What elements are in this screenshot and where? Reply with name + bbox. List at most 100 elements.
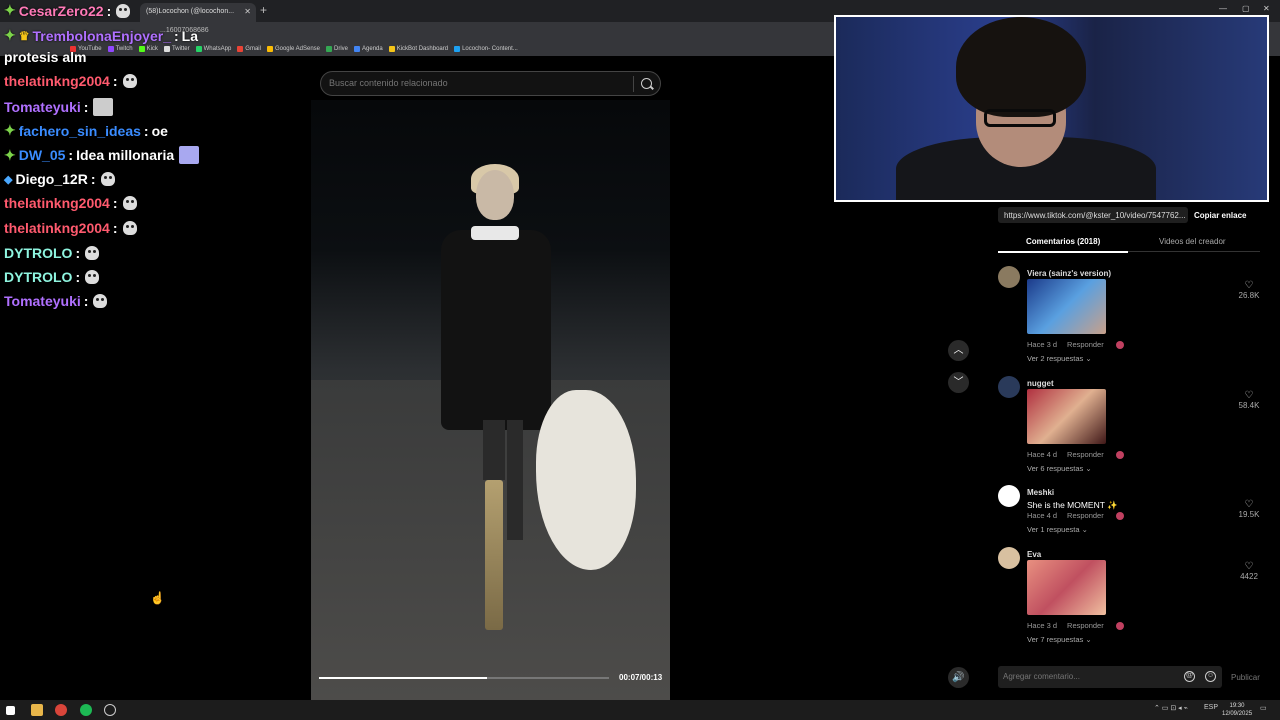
chat-username[interactable]: DYTROLO	[4, 269, 72, 285]
bookmark-favicon-icon	[326, 46, 333, 52]
bookmark-favicon-icon	[354, 46, 361, 52]
chat-separator: :	[83, 99, 89, 115]
next-video-button[interactable]: ﹀	[948, 372, 969, 393]
video-progress-bar[interactable]	[319, 677, 609, 679]
chat-username[interactable]: CesarZero22	[19, 3, 104, 19]
skull-emote-icon	[85, 246, 100, 260]
bookmark-item[interactable]: Locochon- Content...	[454, 46, 518, 52]
panel-tabs: Comentarios (2018) Videos del creador	[998, 232, 1260, 253]
file-explorer-icon[interactable]	[31, 704, 43, 716]
heart-icon: ♡	[1244, 499, 1254, 510]
skull-emote-icon	[85, 270, 100, 284]
avatar[interactable]	[998, 485, 1020, 507]
windows-start-icon[interactable]	[6, 706, 15, 715]
language-indicator[interactable]: ESP	[1204, 704, 1218, 711]
obs-icon[interactable]	[104, 704, 116, 716]
chat-username[interactable]: Tomateyuki	[4, 293, 81, 309]
creator-liked-icon	[1115, 341, 1124, 350]
comment-username[interactable]: nugget	[1027, 379, 1054, 388]
bookmark-favicon-icon	[388, 46, 395, 52]
mention-icon[interactable]: @	[1184, 671, 1195, 682]
view-replies-button[interactable]: Ver 7 respuestas ⌄	[1027, 635, 1092, 644]
bookmark-label: Agenda	[362, 46, 383, 52]
comment-input[interactable]	[1003, 672, 1173, 681]
chat-username[interactable]: thelatinkng2004	[4, 195, 110, 211]
bookmark-item[interactable]: Drive	[326, 46, 348, 52]
minimize-icon[interactable]: —	[1219, 4, 1227, 13]
copy-link-button[interactable]: Copiar enlace	[1194, 211, 1246, 220]
bookmark-label: Drive	[334, 46, 349, 52]
reply-button[interactable]: Responder	[1067, 450, 1104, 459]
previous-video-button[interactable]: ︿	[948, 340, 969, 361]
comment-media[interactable]	[1027, 279, 1106, 334]
publish-button[interactable]: Publicar	[1231, 673, 1260, 682]
like-count: 26.8K	[1238, 291, 1260, 300]
reply-button[interactable]: Responder	[1067, 621, 1104, 630]
comment-text: She is the MOMENT ✨	[1027, 500, 1118, 510]
chat-message: ✦ CesarZero22 :	[4, 2, 131, 19]
emoji-icon[interactable]: ☺	[1205, 671, 1216, 682]
comment-time: Hace 3 d	[1027, 621, 1058, 630]
reply-button[interactable]: Responder	[1067, 340, 1104, 349]
volume-button[interactable]: 🔊	[948, 667, 969, 688]
view-replies-button[interactable]: Ver 1 respuesta ⌄	[1027, 525, 1088, 534]
chat-username[interactable]: fachero_sin_ideas	[19, 123, 141, 139]
maximize-icon[interactable]: ▢	[1242, 4, 1250, 13]
chrome-icon[interactable]	[55, 704, 67, 716]
notification-icon[interactable]: ▭	[1260, 704, 1267, 712]
like-button[interactable]: ♡ 4422	[1234, 561, 1264, 581]
like-button[interactable]: ♡ 58.4K	[1234, 390, 1264, 410]
chat-username[interactable]: DW_05	[19, 147, 66, 163]
comment-username[interactable]: Eva	[1027, 550, 1041, 559]
like-button[interactable]: ♡ 26.8K	[1234, 280, 1264, 300]
chat-username[interactable]: DYTROLO	[4, 245, 72, 261]
spotify-icon[interactable]	[80, 704, 92, 716]
tab-creator-videos[interactable]: Videos del creador	[1159, 237, 1226, 246]
chevron-up-icon: ︿	[953, 345, 964, 356]
like-button[interactable]: ♡ 19.5K	[1234, 499, 1264, 519]
view-replies-button[interactable]: Ver 2 respuestas ⌄	[1027, 354, 1092, 363]
video-player[interactable]: 00:07/00:13	[311, 100, 670, 700]
chat-message: DYTROLO :	[4, 269, 100, 285]
sub-badge-icon: ✦	[4, 146, 16, 163]
chat-username[interactable]: Diego_12R	[15, 171, 87, 187]
chat-separator: :	[68, 147, 74, 163]
bookmark-label: KickBot Dashboard	[396, 46, 449, 52]
close-window-icon[interactable]: ✕	[1263, 4, 1270, 13]
bookmark-item[interactable]: Agenda	[354, 46, 383, 52]
view-replies-button[interactable]: Ver 6 respuestas ⌄	[1027, 464, 1092, 473]
tray-icons[interactable]: ⌃ ▭ ⊡ ◂ ⌁	[1154, 704, 1188, 712]
comment-meta: Hace 3 d Responder	[1027, 340, 1124, 350]
tab-comments[interactable]: Comentarios (2018)	[1026, 237, 1100, 246]
comment-username[interactable]: Meshki	[1027, 488, 1054, 497]
avatar[interactable]	[998, 376, 1020, 398]
chat-username[interactable]: TrembolonaEnjoyer_	[33, 28, 171, 44]
chat-username[interactable]: thelatinkng2004	[4, 220, 110, 236]
speaker-icon: 🔊	[952, 672, 965, 683]
avatar[interactable]	[998, 266, 1020, 288]
chat-username[interactable]: Tomateyuki	[4, 99, 81, 115]
search-bar[interactable]	[320, 71, 661, 96]
webcam-person-hair	[956, 17, 1086, 117]
heart-icon: ♡	[1244, 561, 1254, 572]
video-figure-leg	[507, 420, 523, 540]
bookmark-item[interactable]: KickBot Dashboard	[388, 46, 449, 52]
comment-media[interactable]	[1027, 389, 1106, 444]
search-icon[interactable]	[641, 78, 652, 89]
share-link-url[interactable]: https://www.tiktok.com/@kster_10/video/7…	[998, 207, 1188, 223]
clock-time: 19:30	[1229, 703, 1245, 709]
webcam-overlay	[834, 15, 1269, 202]
comment-input-box[interactable]: @ ☺	[998, 666, 1222, 688]
chat-message: ✦ ♛ TrembolonaEnjoyer_ : La	[4, 27, 198, 44]
chevron-down-icon: ﹀	[953, 377, 964, 388]
clock[interactable]: 19:30 12/09/2025	[1222, 702, 1252, 718]
reply-button[interactable]: Responder	[1067, 511, 1104, 520]
comment-username[interactable]: Viera (sainz's version)	[1027, 269, 1111, 278]
video-figure-prosthetic	[485, 480, 503, 630]
chat-username[interactable]: thelatinkng2004	[4, 73, 110, 89]
chat-message: Tomateyuki :	[4, 293, 108, 309]
avatar[interactable]	[998, 547, 1020, 569]
comment-media[interactable]	[1027, 560, 1106, 615]
chat-separator: :	[112, 73, 118, 89]
search-input[interactable]	[329, 78, 629, 88]
